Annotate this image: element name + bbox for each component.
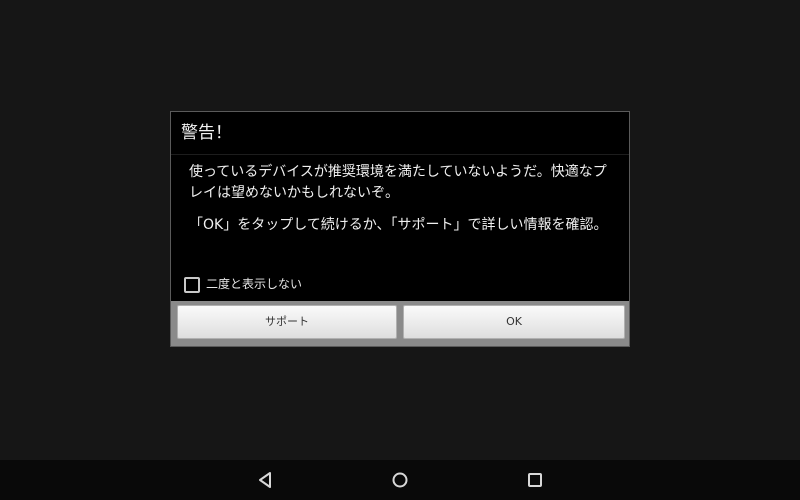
ok-button[interactable]: OK <box>403 305 625 339</box>
home-button[interactable] <box>385 468 415 492</box>
dialog-message-instructions: 「OK」をタップして続けるか、「サポート」で詳しい情報を確認。 <box>189 217 608 233</box>
recents-button[interactable] <box>520 468 550 492</box>
warning-dialog: 警告！ 使っているデバイスが推奨環境を満たしていないようだ。快適なプレイは望めな… <box>170 111 630 347</box>
navigation-bar <box>0 460 800 500</box>
checkbox-box[interactable] <box>184 276 200 293</box>
home-icon <box>392 472 408 488</box>
back-icon <box>259 472 271 488</box>
dont-show-again-checkbox[interactable]: 二度と表示しない <box>184 276 302 293</box>
app-screen: 警告！ 使っているデバイスが推奨環境を満たしていないようだ。快適なプレイは望めな… <box>0 0 800 500</box>
back-button[interactable] <box>250 468 280 492</box>
dialog-title: 警告！ <box>181 123 232 143</box>
support-button[interactable]: サポート <box>177 305 397 339</box>
title-divider <box>171 154 629 155</box>
dialog-button-bar: サポート OK <box>171 301 629 346</box>
checkbox-label: 二度と表示しない <box>206 277 303 291</box>
recents-icon <box>528 473 542 487</box>
dialog-message-warning: 使っているデバイスが推奨環境を満たしていないようだ。快適なプレイは望めないかもし… <box>189 164 607 201</box>
